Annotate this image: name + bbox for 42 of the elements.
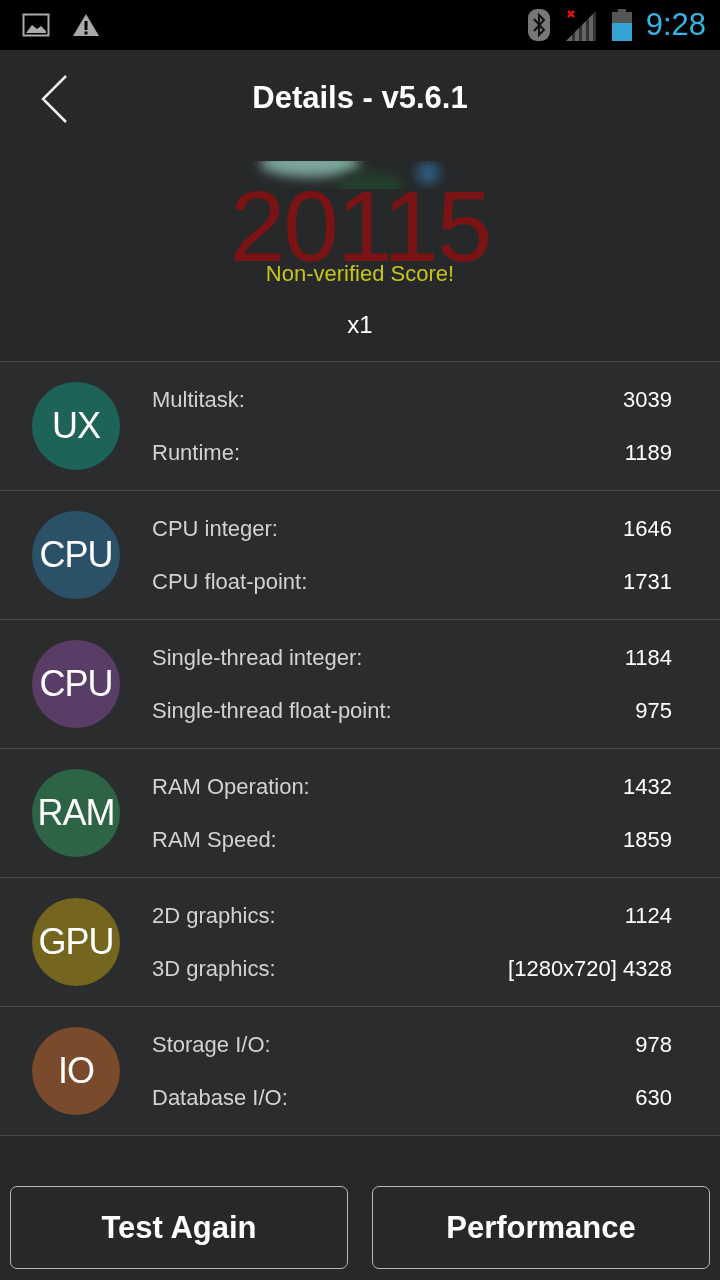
category-badge: GPU [32, 898, 120, 986]
multiplier: x1 [347, 311, 373, 339]
clock: 9:28 [645, 7, 706, 43]
metric-label: RAM Speed: [152, 826, 277, 853]
battery-icon [611, 9, 632, 41]
metric-label: Single-thread float-point: [152, 697, 392, 724]
metric-label: Storage I/O: [152, 1031, 271, 1058]
metric-label: Multitask: [152, 386, 245, 413]
metric-label: Runtime: [152, 439, 241, 466]
warning-icon [72, 13, 100, 37]
metric-label: CPU integer: [152, 515, 278, 542]
score-note: Non-verified Score! [265, 262, 455, 286]
metric-value: 1646 [623, 515, 672, 542]
metric-label: 2D graphics: [152, 902, 276, 929]
metric-value: 975 [635, 697, 672, 724]
metric-value: 1184 [624, 644, 672, 671]
metric-label: 3D graphics: [152, 955, 276, 982]
metric-label: Database I/O: [152, 1084, 288, 1111]
bluetooth-icon [527, 9, 550, 41]
category-badge: IO [32, 1027, 120, 1115]
metric-label: CPU float-point: [152, 568, 308, 595]
image-icon [22, 13, 50, 37]
category-badge: UX [32, 382, 120, 470]
metric-label: RAM Operation: [152, 773, 310, 800]
metric-value: 1731 [623, 568, 672, 595]
metric-label: Single-thread integer: [152, 644, 363, 671]
metric-value: 1189 [624, 439, 672, 466]
metric-value: 1859 [623, 826, 672, 853]
metric-value: 1124 [624, 902, 672, 929]
metric-value: 630 [635, 1084, 672, 1111]
metric-value: 978 [635, 1031, 672, 1058]
performance-button[interactable]: Performance [372, 1186, 710, 1269]
category-badge: RAM [32, 769, 120, 857]
metric-value: 3039 [623, 386, 672, 413]
score-value: 20115 [229, 191, 491, 261]
metric-value: [1280x720] 4328 [508, 955, 672, 982]
metric-value: 1432 [623, 773, 672, 800]
category-badge: CPU [32, 511, 120, 599]
test-again-button[interactable]: Test Again [10, 1186, 348, 1269]
back-icon [39, 74, 69, 124]
page-title: Details - v5.6.1 [252, 79, 468, 116]
category-badge: CPU [32, 640, 120, 728]
